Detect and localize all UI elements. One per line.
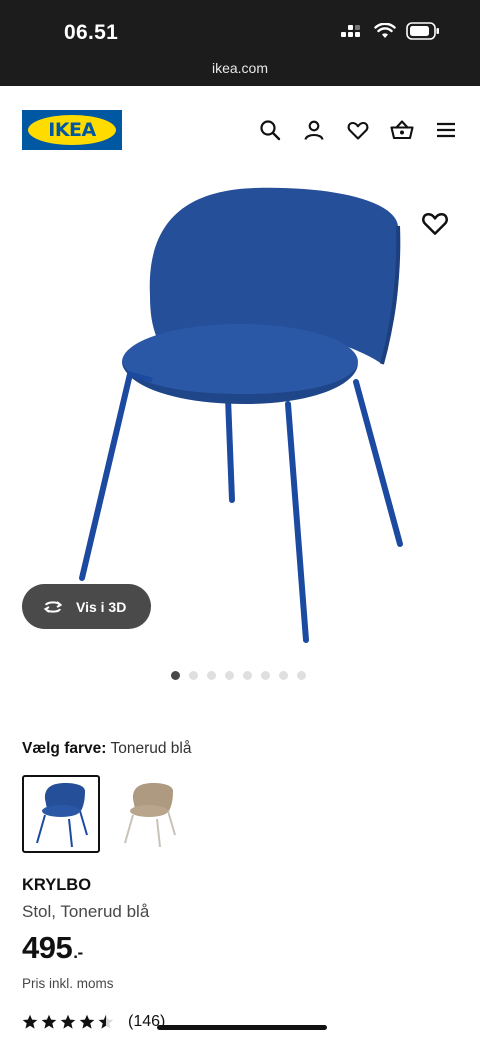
pagination-dot[interactable]: [189, 671, 198, 680]
ikea-logo[interactable]: IKEA: [22, 110, 122, 150]
price-suffix: .-: [73, 943, 83, 962]
product-name: KRYLBO: [22, 876, 92, 894]
swatch-tonerud-blue[interactable]: [22, 775, 100, 853]
battery-icon: [406, 22, 439, 40]
image-pagination-dots[interactable]: [171, 671, 306, 680]
search-icon[interactable]: [258, 118, 282, 142]
pagination-dot[interactable]: [279, 671, 288, 680]
logo-oval: IKEA: [28, 115, 116, 145]
favourites-icon[interactable]: [346, 118, 370, 142]
chair-thumbnail-blue: [36, 783, 88, 847]
swatch-beige[interactable]: [110, 775, 188, 853]
status-icons: [340, 22, 440, 40]
address-bar-url[interactable]: ikea.com: [0, 60, 480, 76]
pagination-dot[interactable]: [225, 671, 234, 680]
product-rating[interactable]: (146): [22, 1013, 165, 1031]
selected-color: Tonerud blå: [110, 740, 192, 757]
color-swatches: [22, 775, 188, 853]
view-3d-label: Vis i 3D: [76, 598, 127, 615]
rotate-3d-icon: [43, 600, 63, 613]
vat-note: Pris inkl. moms: [22, 976, 114, 991]
chair-thumbnail-beige: [124, 783, 176, 847]
site-header: IKEA: [0, 86, 480, 178]
home-indicator: [157, 1025, 327, 1030]
pagination-dot[interactable]: [261, 671, 270, 680]
signal-icon: [341, 25, 360, 37]
basket-icon[interactable]: [390, 118, 414, 142]
color-selector-label: Vælg farve: Tonerud blå: [22, 740, 191, 758]
view-3d-button[interactable]: Vis i 3D: [22, 584, 151, 629]
color-label: Vælg farve:: [22, 740, 107, 757]
price-value: 495: [22, 930, 73, 965]
status-bar: 06.51 ikea.com: [0, 0, 480, 86]
header-nav: [258, 118, 458, 142]
wifi-icon: [374, 23, 396, 38]
account-icon[interactable]: [302, 118, 326, 142]
pagination-dot[interactable]: [171, 671, 180, 680]
product-description: Stol, Tonerud blå: [22, 902, 150, 921]
image-favourite-icon[interactable]: [420, 208, 450, 238]
product-image-gallery[interactable]: Vis i 3D: [0, 178, 480, 658]
logo-text: IKEA: [48, 119, 96, 141]
clock: 06.51: [64, 21, 119, 44]
pagination-dot[interactable]: [297, 671, 306, 680]
rating-stars-icon: [22, 1014, 114, 1029]
pagination-dot[interactable]: [207, 671, 216, 680]
product-price: 495.-: [22, 930, 83, 966]
menu-icon[interactable]: [434, 118, 458, 142]
pagination-dot[interactable]: [243, 671, 252, 680]
